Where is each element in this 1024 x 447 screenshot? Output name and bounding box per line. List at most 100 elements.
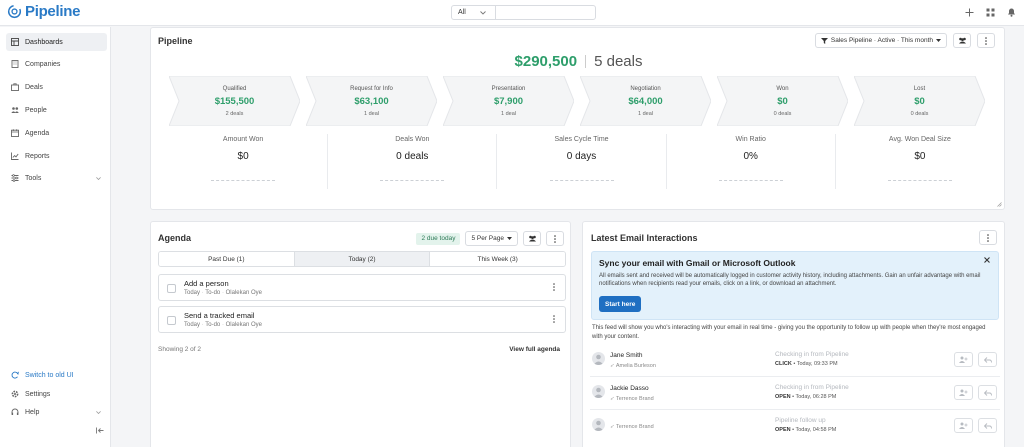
stage-negotiation[interactable]: Negotiation $64,000 1 deal [580, 76, 711, 126]
list-item[interactable]: Send a tracked email Today · To-do · Ola… [158, 306, 566, 333]
chart-line-icon [11, 152, 19, 160]
task-title: Add a person [184, 279, 229, 288]
calendar-icon [11, 129, 19, 137]
sparkline-placeholder [211, 180, 276, 181]
sidebar-item-help[interactable]: Help [6, 403, 107, 421]
avatar [592, 385, 605, 398]
email-subject: Checking in from Pipeline [775, 384, 849, 391]
bell-icon[interactable] [1004, 5, 1018, 19]
agenda-more-button[interactable] [546, 231, 564, 246]
per-page-label: 5 Per Page [471, 235, 504, 242]
email-more-button[interactable] [979, 230, 997, 245]
stage-count: 1 deal [638, 111, 653, 117]
search-scope-select[interactable]: All [452, 6, 496, 19]
sidebar-item-companies[interactable]: Companies [6, 55, 107, 73]
sidebar-item-label: Agenda [25, 129, 50, 137]
add-contact-button[interactable] [954, 385, 973, 400]
stage-name: Negotiation [630, 86, 661, 92]
pipeline-total-amount: $290,500 [514, 53, 578, 70]
top-actions [962, 5, 1018, 19]
table-row[interactable]: Jane Smith ➶ Amelia Burleson Checking in… [590, 347, 1000, 377]
more-vertical-icon[interactable] [553, 283, 555, 291]
reply-button[interactable] [978, 418, 997, 433]
email-action: CLICK [775, 361, 792, 367]
per-page-dropdown[interactable]: 5 Per Page [465, 231, 518, 246]
more-vertical-icon[interactable] [553, 315, 555, 323]
app-name: Pipeline [25, 3, 81, 20]
due-today-badge[interactable]: 2 due today [416, 232, 461, 245]
email-action: OPEN [775, 427, 791, 433]
collapse-sidebar-icon[interactable] [96, 427, 104, 436]
people-icon [11, 107, 19, 113]
stage-presentation[interactable]: Presentation $7,900 1 deal [443, 76, 574, 126]
agenda-users-button[interactable] [523, 231, 541, 246]
reply-button[interactable] [978, 352, 997, 367]
stage-name: Won [776, 86, 789, 92]
pipeline-total: $290,500 5 deals [151, 53, 1006, 70]
resize-handle-icon[interactable] [997, 202, 1002, 207]
sidebar-item-agenda[interactable]: Agenda [6, 124, 107, 142]
sidebar-item-settings[interactable]: Settings [6, 385, 107, 403]
email-status: OPEN • Today, 04:58 PM [775, 427, 836, 433]
top-bar: Pipeline All [0, 0, 1024, 26]
switch-old-ui-link[interactable]: Switch to old UI [6, 366, 107, 384]
table-row[interactable]: Jackie Dasso ➶ Terrence Brand Checking i… [590, 380, 1000, 410]
stage-request-for-info[interactable]: Request for Info $63,100 1 deal [306, 76, 437, 126]
stage-name: Request for Info [350, 86, 393, 92]
close-icon[interactable] [984, 257, 990, 263]
pipeline-title: Pipeline [158, 36, 193, 46]
view-full-agenda-link[interactable]: View full agenda [509, 346, 560, 353]
task-checkbox[interactable] [167, 284, 176, 293]
add-contact-button[interactable] [954, 418, 973, 433]
pipeline-card: Pipeline Sales Pipeline · Active · This … [150, 27, 1005, 210]
metric-avg-won-deal-size: Avg. Won Deal Size $0 [836, 134, 1004, 189]
sidebar: Dashboards Companies Deals People Agenda… [0, 27, 111, 447]
list-item[interactable]: Add a person Today · To-do · Olalekan Oy… [158, 274, 566, 301]
chevron-down-icon [96, 176, 101, 180]
pipeline-filter-label: Sales Pipeline · Active · This month [830, 37, 933, 44]
tab-today[interactable]: Today (2) [294, 252, 431, 266]
stage-qualified[interactable]: Qualified $155,500 2 deals [169, 76, 300, 126]
caret-down-icon [936, 39, 941, 42]
agenda-card: Agenda 2 due today 5 Per Page Past Due (… [150, 221, 571, 447]
interaction-actions [954, 418, 997, 433]
sidebar-item-dashboards[interactable]: Dashboards [6, 33, 107, 51]
plus-icon[interactable] [962, 5, 976, 19]
stage-name: Qualified [222, 86, 247, 92]
pipeline-filter-dropdown[interactable]: Sales Pipeline · Active · This month [814, 33, 947, 48]
logo[interactable]: Pipeline [7, 3, 80, 20]
pipeline-logo-icon [7, 4, 22, 19]
sparkline-placeholder [549, 180, 614, 181]
sender-name: Terrence Brand [616, 424, 654, 430]
reply-button[interactable] [978, 385, 997, 400]
pipeline-more-button[interactable] [977, 33, 995, 48]
pipeline-users-button[interactable] [953, 33, 971, 48]
stage-won[interactable]: Won $0 0 deals [717, 76, 848, 126]
sidebar-item-reports[interactable]: Reports [6, 147, 107, 165]
task-checkbox[interactable] [167, 316, 176, 325]
start-here-button[interactable]: Start here [599, 296, 642, 312]
stage-lost[interactable]: Lost $0 0 deals [854, 76, 985, 126]
metric-value: $0 [237, 151, 249, 162]
grid-icon[interactable] [983, 5, 997, 19]
table-row[interactable]: ➶ Terrence Brand Pipeline follow up OPEN… [590, 413, 1000, 443]
briefcase-icon [11, 83, 19, 91]
reply-icon [983, 356, 992, 363]
global-search: All [451, 5, 596, 20]
stage-value: $63,100 [354, 96, 389, 107]
sidebar-item-deals[interactable]: Deals [6, 78, 107, 96]
metric-label: Deals Won [395, 136, 430, 143]
more-vertical-icon [987, 233, 989, 242]
sparkline-placeholder [718, 180, 783, 181]
tab-this-week[interactable]: This Week (3) [430, 252, 565, 266]
sidebar-item-people[interactable]: People [6, 101, 107, 119]
sidebar-item-tools[interactable]: Tools [6, 169, 107, 187]
contact-name: Jackie Dasso [610, 385, 649, 392]
add-contact-button[interactable] [954, 352, 973, 367]
task-meta: Today · To-do · Olalekan Oye [184, 322, 262, 328]
search-input[interactable] [496, 6, 595, 19]
tab-past-due[interactable]: Past Due (1) [159, 252, 295, 266]
metric-label: Amount Won [222, 136, 264, 143]
sidebar-item-label: Switch to old UI [25, 371, 74, 379]
tools-icon [11, 174, 19, 182]
